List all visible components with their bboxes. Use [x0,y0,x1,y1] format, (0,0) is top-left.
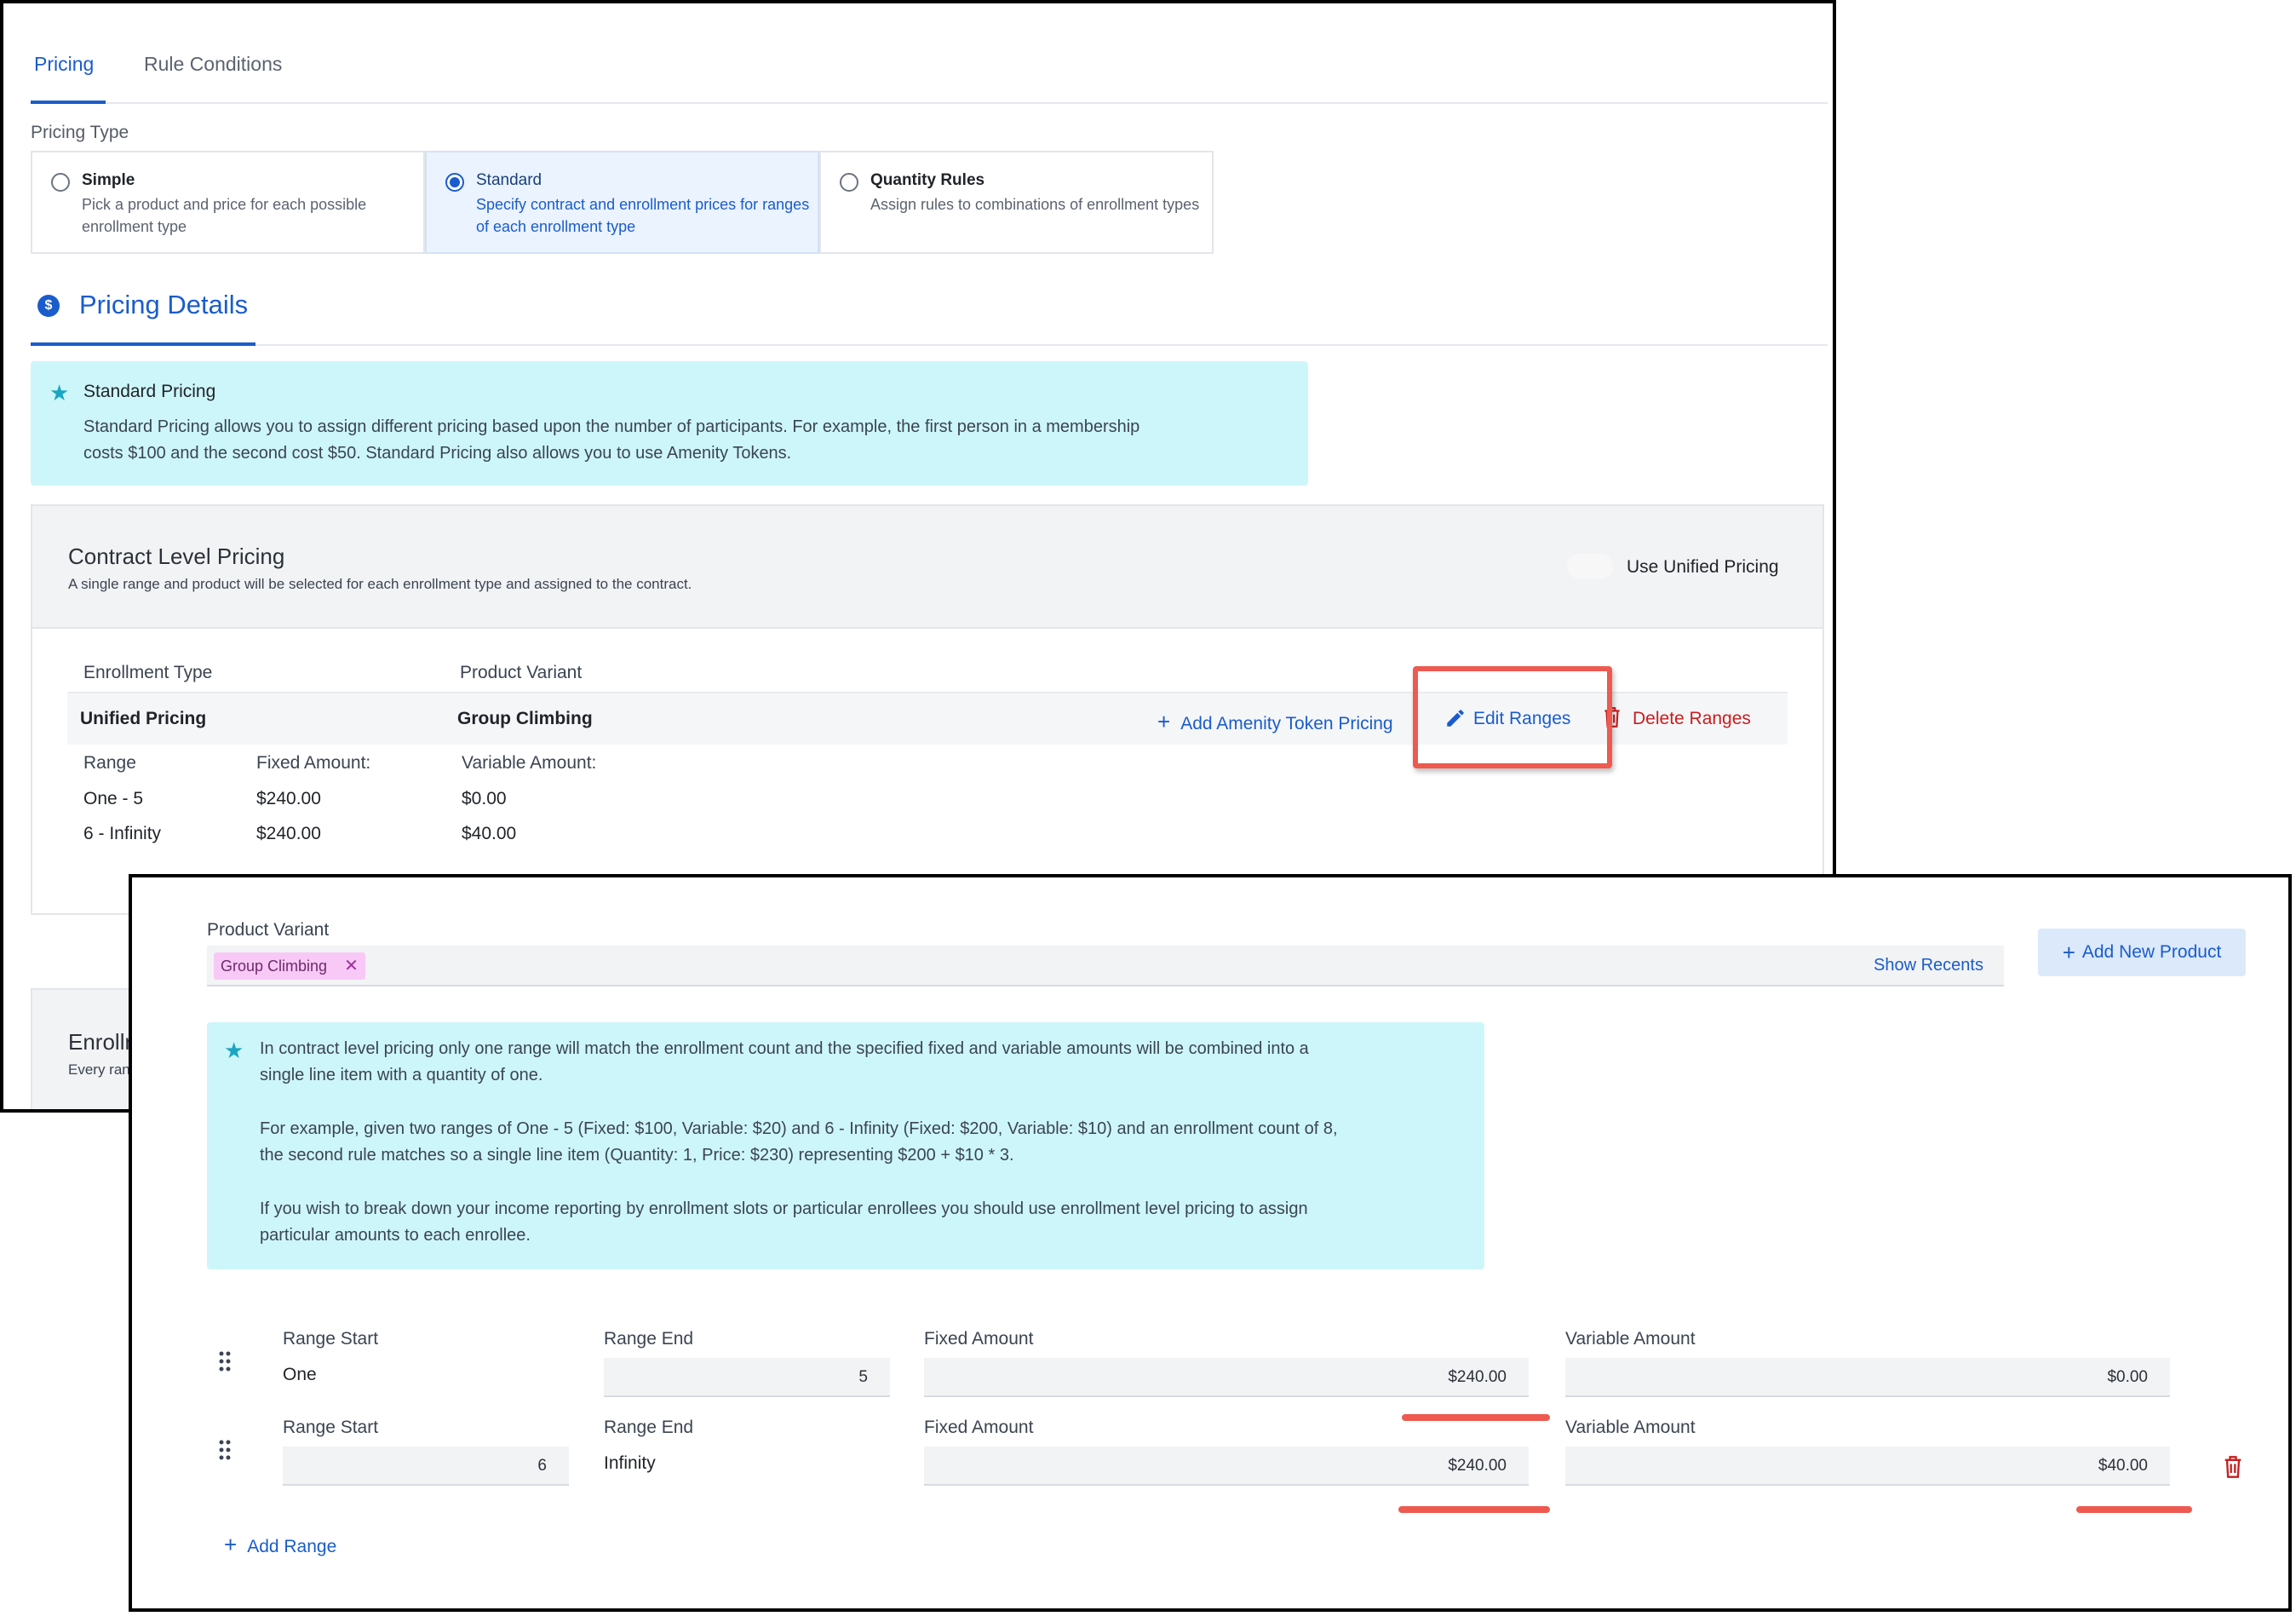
star-icon: ★ [49,380,70,406]
range-start-input[interactable]: 6 [283,1447,569,1486]
pricing-type-desc: Pick a product and price for each possib… [82,196,367,235]
tab-rule-conditions[interactable]: Rule Conditions [144,53,282,76]
contract-subtitle: A single range and product will be selec… [68,576,692,592]
plus-icon: + [1157,709,1171,734]
add-new-product-button[interactable]: + Add New Product [2038,929,2246,976]
contract-header: Contract Level Pricing A single range an… [32,506,1822,629]
pricing-type-title: Quantity Rules [870,171,985,189]
drag-handle-icon[interactable] [219,1440,232,1462]
star-icon: ★ [224,1038,244,1063]
pricing-type-title: Standard [476,171,542,189]
range-end-label: Range End [604,1418,694,1437]
variable-amount-value: $40.00 [462,824,517,843]
annotation-underline [2076,1506,2192,1513]
annotation-highlight [1413,666,1612,768]
info-text-line: Standard Pricing allows you to assign di… [83,417,1140,436]
radio-simple[interactable] [51,173,70,192]
info-title: Standard Pricing [83,382,216,401]
contract-title: Contract Level Pricing [68,544,285,569]
variable-amount-input[interactable]: $0.00 [1565,1358,2170,1397]
range-start-value: One [283,1365,317,1384]
add-new-product-label: Add New Product [2081,942,2222,962]
range-row: Range Start 6 Range End Infinity Fixed A… [132,1409,2288,1513]
fixed-amount-input[interactable]: $240.00 [924,1447,1529,1486]
enrollment-type-value: Unified Pricing [80,709,207,728]
col-enrollment-type: Enrollment Type [83,663,213,682]
pricing-type-simple[interactable]: Simple Pick a product and price for each… [31,151,425,254]
col-product-variant: Product Variant [460,663,583,682]
range-end-label: Range End [604,1329,694,1349]
pricing-type-desc: Specify contract and enrollment prices f… [476,196,810,235]
variable-amount-value: $0.00 [462,789,507,808]
info-text-line: For example, given two ranges of One - 5… [260,1119,1338,1138]
pricing-type-options: Simple Pick a product and price for each… [31,151,1214,254]
tag-label: Group Climbing [221,958,328,975]
variable-amount-input[interactable]: $40.00 [1565,1447,2170,1486]
unified-pricing-toggle[interactable] [1567,554,1613,579]
delete-ranges-button[interactable]: Delete Ranges [1633,709,1751,729]
fixed-amount-input[interactable]: $240.00 [924,1358,1529,1397]
tab-active-indicator [31,101,106,104]
tab-pricing-label: Pricing [34,53,95,75]
range-row: Range Start One Range End 5 Fixed Amount… [132,1320,2288,1421]
variable-amount-label: Variable Amount [1565,1329,1696,1349]
tab-pricing[interactable]: Pricing [34,53,94,76]
pricing-type-quantity-rules[interactable]: Quantity Rules Assign rules to combinati… [819,151,1214,254]
show-recents-link[interactable]: Show Recents [1874,956,1983,975]
annotation-underline [1398,1506,1550,1513]
range-header: Range [83,753,136,773]
pricing-type-standard[interactable]: Standard Specify contract and enrollment… [425,151,819,254]
range-value: 6 - Infinity [83,824,162,843]
pricing-type-title: Simple [82,171,135,189]
plus-icon: + [224,1532,238,1557]
fixed-amount-label: Fixed Amount [924,1329,1034,1349]
range-start-label: Range Start [283,1418,379,1437]
add-range-label: Add Range [247,1537,337,1556]
fixed-amount-label: Fixed Amount [924,1418,1034,1437]
plus-icon: + [2062,940,2075,966]
variable-amount-header: Variable Amount: [462,753,597,773]
pricing-details-title: Pricing Details [79,290,249,319]
info-text-line: single line item with a quantity of one. [260,1066,543,1084]
info-text-line: If you wish to break down your income re… [260,1199,1308,1218]
radio-quantity-rules[interactable] [840,173,858,192]
tab-rule-conditions-label: Rule Conditions [144,53,283,75]
range-value: One - 5 [83,789,144,808]
fixed-amount-value: $240.00 [256,824,321,843]
product-variant-value: Group Climbing [457,709,593,728]
standard-pricing-info: ★ Standard Pricing Standard Pricing allo… [31,361,1308,486]
pricing-details-underline [31,342,255,346]
fixed-amount-value: $240.00 [256,789,321,808]
radio-standard[interactable] [445,173,464,192]
range-end-input[interactable]: 5 [604,1358,890,1397]
trash-icon[interactable] [2223,1455,2243,1479]
range-end-value: Infinity [604,1453,656,1473]
contract-pricing-info: ★ In contract level pricing only one ran… [207,1022,1484,1269]
pricing-type-label: Pricing Type [31,123,129,142]
info-text-line: particular amounts to each enrollee. [260,1226,531,1245]
fixed-amount-header: Fixed Amount: [256,753,371,773]
dollar-icon: $ [37,295,60,317]
variable-amount-label: Variable Amount [1565,1418,1696,1437]
product-variant-label: Product Variant [207,920,330,940]
info-text-line: In contract level pricing only one range… [260,1039,1309,1058]
add-amenity-token-label: Add Amenity Token Pricing [1180,714,1393,733]
tab-bar: Pricing Rule Conditions [31,3,1828,104]
close-icon[interactable]: ✕ [344,952,359,980]
product-variant-input[interactable]: Group Climbing ✕ Show Recents [207,946,2004,986]
drag-handle-icon[interactable] [219,1351,232,1373]
add-amenity-token-button[interactable]: + Add Amenity Token Pricing [1157,709,1393,735]
edit-ranges-panel: Product Variant Group Climbing ✕ Show Rec… [129,874,2292,1612]
range-start-label: Range Start [283,1329,379,1349]
pricing-details-header: $ Pricing Details [31,285,1828,346]
pricing-type-desc: Assign rules to combinations of enrollme… [870,196,1200,213]
unified-pricing-label: Use Unified Pricing [1627,557,1779,577]
info-text-line: costs $100 and the second cost $50. Stan… [83,444,792,463]
add-range-button[interactable]: + Add Range [224,1532,336,1558]
product-variant-tag: Group Climbing ✕ [214,952,365,980]
info-text-line: the second rule matches so a single line… [260,1146,1014,1165]
